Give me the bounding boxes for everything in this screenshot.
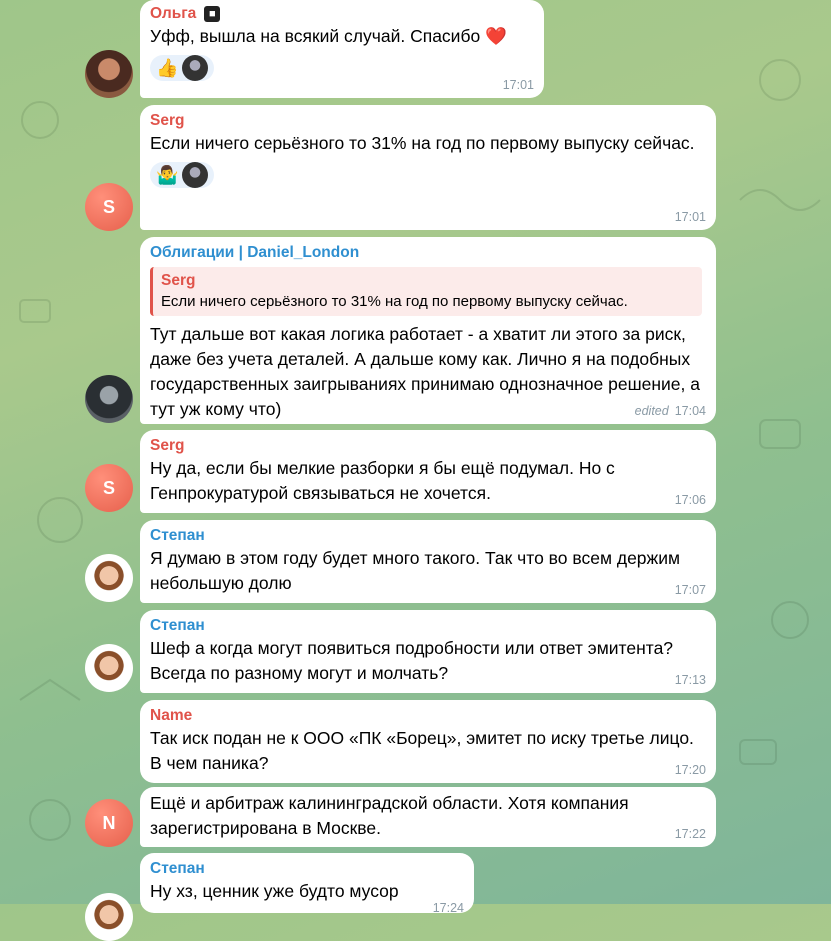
message-text: Ну хз, ценник уже будто мусор [150, 881, 399, 901]
message-time: 17:24 [432, 901, 464, 915]
reactor-avatar [182, 162, 209, 188]
avatar[interactable] [85, 50, 133, 98]
reaction-thumbs-up[interactable]: 👍 [150, 55, 215, 81]
message-bubble[interactable]: Степан Я думаю в этом году будет много т… [140, 520, 716, 603]
message-bubble[interactable]: Serg Ну да, если бы мелкие разборки я бы… [140, 430, 716, 513]
message-time: 17:01 [502, 78, 534, 92]
message-text: Я думаю в этом году будет много такого. … [150, 548, 685, 593]
avatar[interactable] [85, 644, 133, 692]
edited-label: edited [634, 404, 669, 418]
message-bubble[interactable]: Ещё и арбитраж калининградской области. … [140, 787, 716, 847]
avatar[interactable] [85, 554, 133, 602]
message-author[interactable]: Serg [150, 111, 702, 131]
message-bubble[interactable]: Ольга ■ Уфф, вышла на всякий случай. Спа… [140, 0, 544, 98]
message-author[interactable]: Степан [150, 616, 702, 636]
message-author[interactable]: Степан [150, 859, 418, 879]
message-time: 17:22 [674, 827, 706, 841]
badge-icon: ■ [204, 6, 221, 22]
message-author[interactable]: Ольга ■ [150, 4, 530, 24]
message-bubble[interactable]: Степан Ну хз, ценник уже будто мусор 17:… [140, 853, 474, 915]
message-bubble[interactable]: Степан Шеф а когда могут появиться подро… [140, 610, 716, 693]
reactor-avatar [182, 55, 209, 81]
quote-text: Если ничего серьёзного то 31% на год по … [161, 293, 628, 310]
reaction-shrug[interactable]: 🤷‍♂️ [150, 162, 215, 188]
message-author[interactable]: Облигации | Daniel_London [150, 243, 702, 263]
message-text: Уфф, вышла на всякий случай. Спасибо ❤️ [150, 26, 507, 46]
message-time: 17:20 [674, 763, 706, 777]
avatar[interactable] [85, 893, 133, 941]
message-author[interactable]: Serg [150, 436, 702, 456]
avatar[interactable]: N [85, 799, 133, 847]
avatar[interactable]: S [85, 183, 133, 231]
message-text: Ещё и арбитраж калининградской области. … [150, 793, 634, 838]
reactions: 👍 [150, 55, 530, 81]
avatar[interactable]: S [85, 464, 133, 512]
message-text: Так иск подан не к ООО «ПК «Борец», эмит… [150, 728, 699, 773]
message-text: Тут дальше вот какая логика работает - а… [150, 324, 705, 419]
message-author[interactable]: Степан [150, 526, 702, 546]
reply-quote[interactable]: Serg Если ничего серьёзного то 31% на го… [150, 267, 702, 316]
message-text: Ну да, если бы мелкие разборки я бы ещё … [150, 458, 620, 503]
message-author[interactable]: Name [150, 706, 702, 726]
avatar[interactable] [85, 375, 133, 423]
message-text: Шеф а когда могут появиться подробности … [150, 638, 678, 683]
quote-author: Serg [161, 272, 196, 289]
message-bubble[interactable]: Облигации | Daniel_London Serg Если ниче… [140, 237, 716, 424]
message-time: 17:06 [674, 493, 706, 507]
message-text: Если ничего серьёзного то 31% на год по … [150, 133, 695, 153]
message-time: 17:07 [674, 583, 706, 597]
message-time: 17:13 [674, 673, 706, 687]
message-time: edited 17:04 [634, 404, 706, 418]
reactions: 🤷‍♂️ [150, 162, 702, 188]
message-bubble[interactable]: Name Так иск подан не к ООО «ПК «Борец»,… [140, 700, 716, 783]
message-bubble[interactable]: Serg Если ничего серьёзного то 31% на го… [140, 105, 716, 230]
message-time: 17:01 [674, 210, 706, 224]
